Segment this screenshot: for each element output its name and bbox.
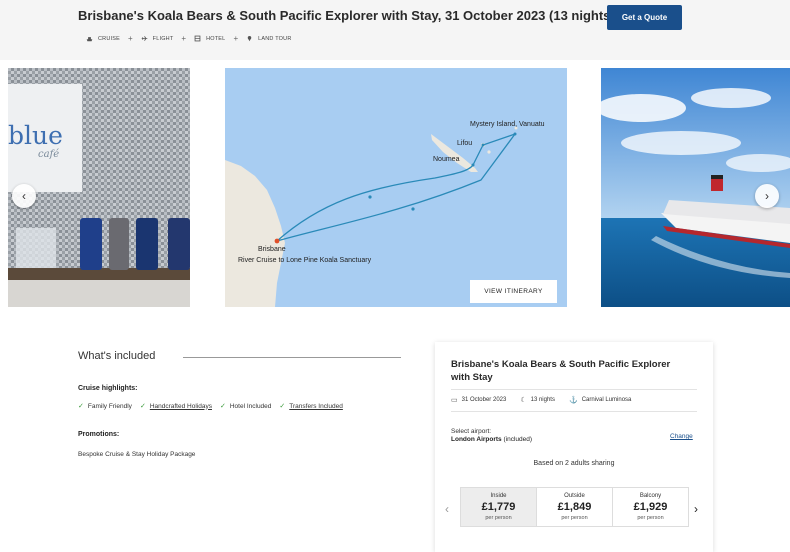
meta-nights: ☾ 13 nights — [520, 397, 555, 404]
promotion-text: Bespoke Cruise & Stay Holiday Package — [78, 451, 196, 458]
card-title: Brisbane's Koala Bears & South Pacific E… — [451, 359, 671, 383]
check-icon: ✓ — [219, 403, 226, 410]
booking-card: Brisbane's Koala Bears & South Pacific E… — [435, 342, 713, 552]
hotel-icon — [194, 35, 201, 42]
airport-label: Select airport: — [451, 428, 492, 435]
anchor-icon: ⚓ — [568, 397, 578, 404]
page-title: Brisbane's Koala Bears & South Pacific E… — [78, 8, 615, 23]
cafe-sign-sub: café — [38, 149, 60, 160]
cruise-highlights-label: Cruise highlights: — [78, 385, 138, 392]
change-airport-link[interactable]: Change — [670, 433, 693, 440]
check-icon: ✓ — [78, 403, 84, 410]
heading-divider — [183, 357, 401, 358]
view-itinerary-button[interactable]: VIEW ITINERARY — [470, 280, 557, 303]
highlight-hotel-included: ✓ Hotel Included — [219, 402, 272, 411]
highlights-list: ✓ Family Friendly ✓ Handcrafted Holidays… — [78, 402, 351, 411]
highlight-transfers-included[interactable]: ✓ Transfers Included — [279, 402, 342, 411]
cafe-photo: blue café — [8, 68, 190, 307]
meta-date: ▭ 31 October 2023 — [451, 397, 507, 404]
get-quote-button[interactable]: Get a Quote — [607, 5, 682, 30]
cabin-price-row: Inside £1,779 per person Outside £1,849 … — [460, 487, 689, 527]
highlight-handcrafted-holidays[interactable]: ✓ Handcrafted Holidays — [139, 402, 212, 411]
map-label-lifou: Lifou — [457, 140, 473, 147]
map-label-brisbane: Brisbane — [258, 246, 286, 253]
gallery-next-button[interactable]: › — [755, 184, 779, 208]
map-label-noumea: Noumea — [433, 156, 460, 163]
itinerary-map: Mystery Island, Vanuatu Lifou Noumea Bri… — [225, 68, 567, 307]
map-label-koala-sanctuary: River Cruise to Lone Pine Koala Sanctuar… — [238, 257, 372, 264]
plane-icon — [141, 36, 147, 41]
gallery-prev-button[interactable]: ‹ — [12, 184, 36, 208]
whats-included-heading: What's included — [78, 350, 156, 362]
card-divider — [451, 389, 697, 390]
card-divider — [451, 411, 697, 412]
cabin-prev-button[interactable]: ‹ — [445, 502, 449, 516]
promotions-label: Promotions: — [78, 431, 120, 438]
image-gallery: blue café Mystery Island, Vanuatu Lifou … — [0, 68, 790, 307]
price-outside[interactable]: Outside £1,849 per person — [537, 488, 613, 526]
tag-flight: FLIGHT — [133, 35, 182, 42]
cruise-meta: ▭ 31 October 2023 ☾ 13 nights ⚓ Carnival… — [451, 396, 645, 404]
based-on-text: Based on 2 adults sharing — [533, 460, 615, 467]
tag-land-tour: LAND TOUR — [238, 35, 299, 42]
ship-icon — [86, 37, 93, 42]
meta-ship: ⚓ Carnival Luminosa — [568, 397, 632, 404]
cafe-sign-text: blue — [8, 121, 63, 150]
price-balcony[interactable]: Balcony £1,929 per person — [613, 488, 688, 526]
pin-icon — [247, 36, 252, 42]
calendar-icon: ▭ — [451, 397, 458, 404]
page-header: Brisbane's Koala Bears & South Pacific E… — [0, 0, 790, 60]
check-icon: ✓ — [279, 403, 286, 410]
tag-cruise: CRUISE — [78, 35, 128, 42]
package-tags: CRUISE + FLIGHT + HOTEL + LAND TOUR — [78, 31, 300, 46]
price-inside[interactable]: Inside £1,779 per person — [461, 488, 537, 526]
map-label-mystery-island: Mystery Island, Vanuatu — [470, 121, 545, 128]
cabin-next-button[interactable]: › — [694, 502, 698, 516]
airport-value: London Airports (included) — [451, 436, 533, 443]
highlight-family-friendly: ✓ Family Friendly — [78, 402, 132, 411]
tag-hotel: HOTEL — [186, 35, 233, 42]
check-icon: ✓ — [139, 403, 146, 410]
moon-icon: ☾ — [520, 397, 527, 404]
